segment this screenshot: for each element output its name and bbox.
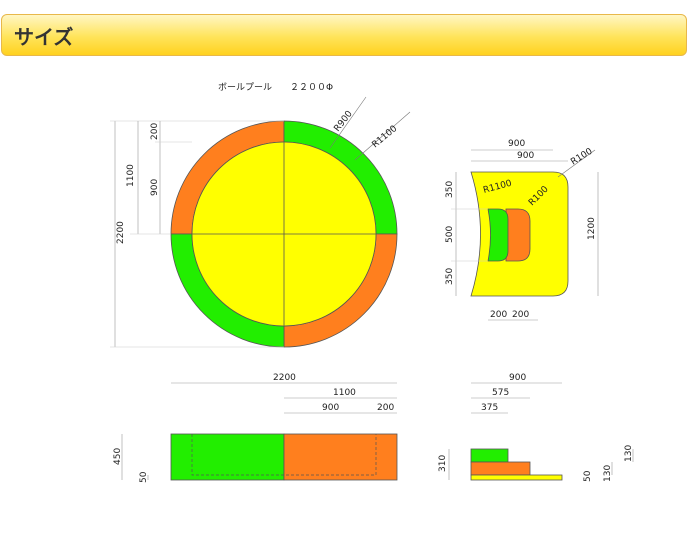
corner-green-block [487, 208, 509, 262]
step-yellow [470, 474, 563, 481]
dim-375: 375 [481, 403, 498, 413]
dim-130-b: 130 [624, 445, 634, 462]
side-orange-block [283, 433, 398, 481]
dim-2200-horizontal: 2200 [273, 373, 296, 383]
dim-500: 500 [445, 226, 455, 243]
step-orange [470, 461, 531, 476]
label-r1100: R1100 [371, 124, 400, 151]
dim-200-horizontal: 200 [377, 403, 394, 413]
step-view: 900 575 375 310 50 130 130 [438, 373, 634, 482]
label-r100-top: R100 [569, 147, 594, 168]
top-view: ボールプール ２２００Φ R900 R1100 2200 1100 200 90… [110, 82, 411, 348]
step-green [470, 448, 509, 463]
dim-50-step: 50 [583, 470, 593, 482]
dim-310: 310 [438, 455, 448, 472]
label-r900: R900 [332, 109, 354, 134]
dim-450: 450 [113, 448, 123, 465]
top-view-title: ボールプール ２２００Φ [218, 82, 333, 93]
dim-1100-vertical: 1100 [126, 164, 136, 187]
side-green-block [170, 433, 285, 481]
dim-900-a: 900 [508, 139, 525, 149]
side-view: 2200 1100 900 200 450 50 [113, 373, 398, 483]
dim-200-vertical: 200 [150, 123, 160, 140]
dim-1200: 1200 [587, 217, 597, 240]
dim-50: 50 [139, 471, 149, 483]
dim-200-a: 200 [490, 310, 507, 320]
dim-350-top: 350 [445, 181, 455, 198]
size-diagram: ボールプール ２２００Φ R900 R1100 2200 1100 200 90… [110, 82, 634, 483]
dim-900-horizontal: 900 [322, 403, 339, 413]
corner-orange-block [505, 208, 531, 262]
dim-1100-horizontal: 1100 [333, 388, 356, 398]
dim-200-b: 200 [512, 310, 529, 320]
dim-900-vertical: 900 [150, 179, 160, 196]
corner-view: 900 900 R100 R1100 R100 350 500 350 1200… [445, 139, 599, 321]
dim-130-a: 130 [603, 465, 613, 482]
dim-2200-vertical: 2200 [116, 221, 126, 244]
dim-900-step: 900 [509, 373, 526, 383]
dim-350-bottom: 350 [445, 268, 455, 285]
dim-575: 575 [492, 388, 509, 398]
dim-900-b: 900 [517, 151, 534, 161]
